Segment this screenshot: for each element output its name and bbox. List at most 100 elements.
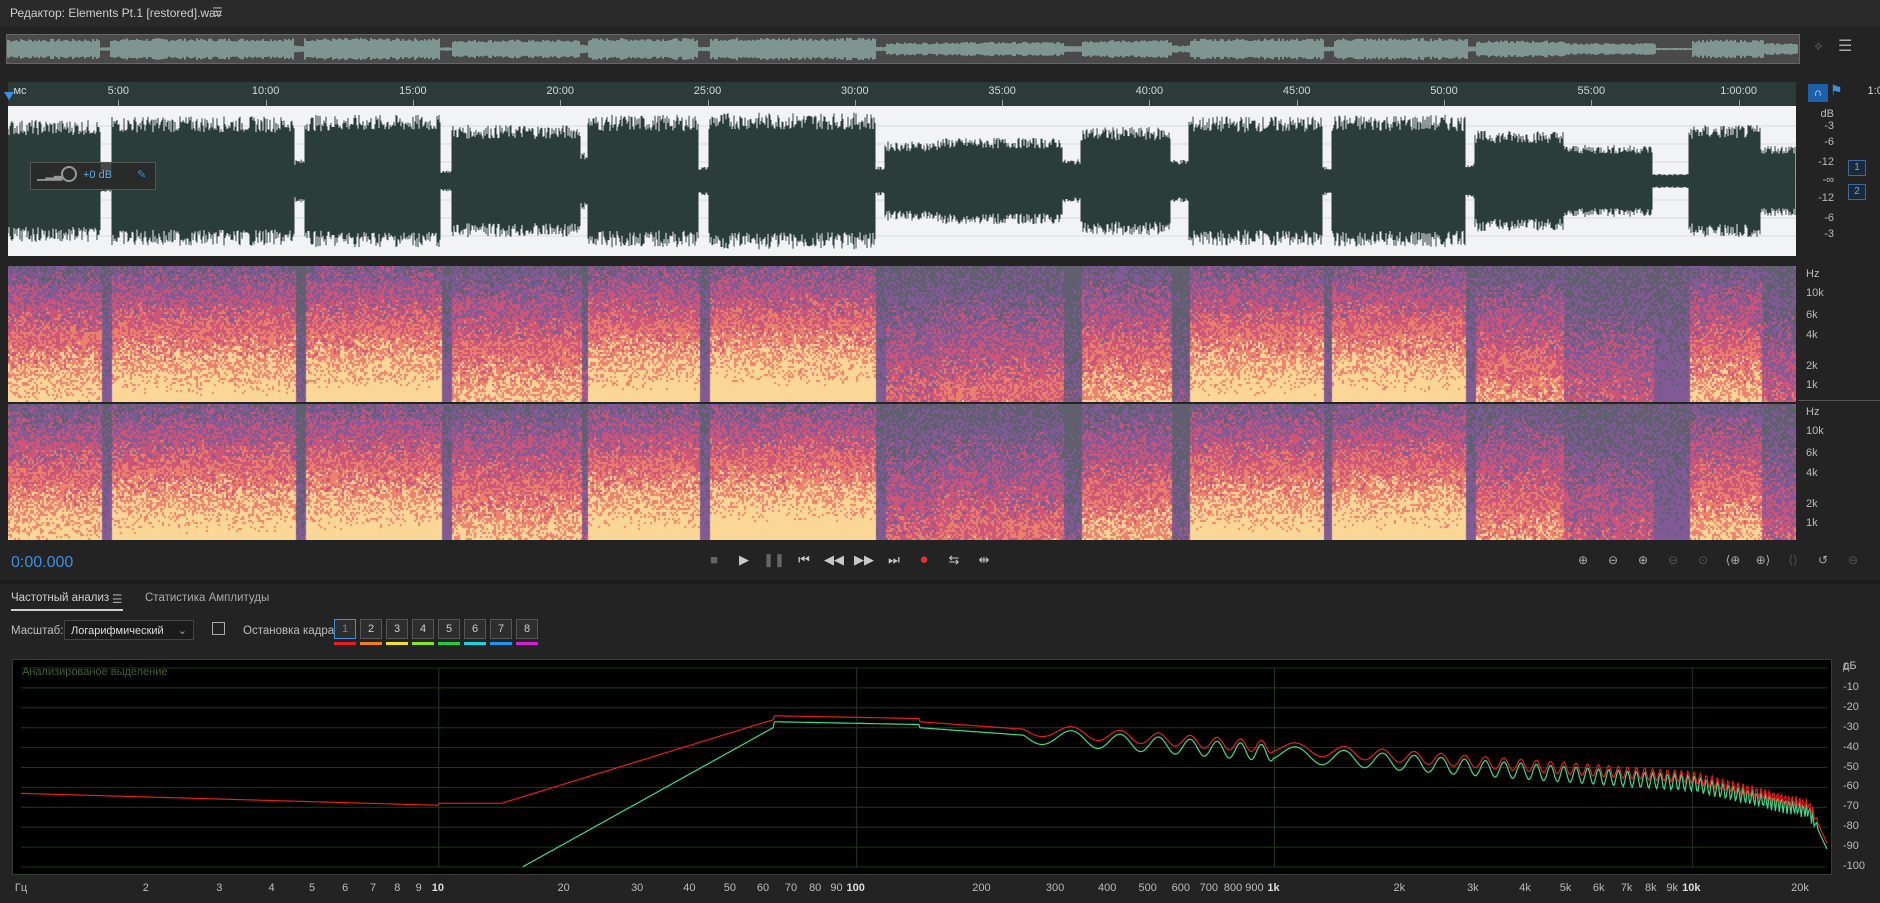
- freq-axis-label: 6: [342, 882, 349, 894]
- zoom-out-full-icon[interactable]: ⊖: [1840, 546, 1866, 574]
- freq-axis-label: 6k: [1592, 882, 1605, 894]
- play-icon[interactable]: ▶: [732, 546, 756, 574]
- zoom-in-right-icon[interactable]: ⊕⟩: [1750, 546, 1776, 574]
- freq-axis-label: 2: [142, 882, 149, 894]
- freq-db-label: -40: [1843, 740, 1859, 753]
- freq-axis-label: 9: [415, 882, 422, 894]
- channel-1-toggle[interactable]: 1: [1848, 160, 1866, 176]
- freq-axis-label: 10k: [1682, 882, 1701, 894]
- frequency-plot[interactable]: [12, 659, 1832, 875]
- zoom-out-amplitude-icon[interactable]: ⊖: [1600, 546, 1626, 574]
- freq-axis-label: 30: [631, 882, 644, 894]
- hz-label: 2k: [1806, 360, 1818, 372]
- editor-title: Редактор: Elements Pt.1 [restored].wav: [10, 6, 222, 20]
- transport-bar: ■ ▶ ❚❚ ⏮ ◀◀ ▶▶ ⏭ ● ⇆ ⇹ ⊕ ⊖ ⊕ ⊖ ⊙ ⟨⊕ ⊕⟩ ⟨…: [0, 546, 1880, 576]
- zoom-reset-icon[interactable]: ↺: [1810, 546, 1836, 574]
- freq-axis-label: 50: [723, 882, 737, 894]
- freq-axis-label: 9k: [1666, 882, 1679, 894]
- fast-forward-icon[interactable]: ▶▶: [852, 546, 876, 574]
- freq-axis-label: 700: [1199, 882, 1218, 894]
- ruler-tick-label: 1:00:00: [1720, 85, 1757, 97]
- frame-color-swatch: [334, 642, 356, 645]
- hamburger-icon[interactable]: ☰: [212, 5, 223, 19]
- freq-db-label: -30: [1843, 720, 1859, 733]
- freq-axis-label: 600: [1171, 882, 1190, 894]
- hz-label: 4k: [1806, 467, 1818, 479]
- zoom-out-time-icon[interactable]: ⊖: [1660, 546, 1686, 574]
- frame-color-swatch: [360, 642, 382, 645]
- spectrogram-graphic: [8, 266, 1796, 402]
- gain-knob-icon[interactable]: [61, 166, 77, 182]
- right-tools: ⟡ ☰ ∩ ⚑: [1800, 34, 1880, 102]
- frame-1-button[interactable]: 1: [334, 619, 356, 639]
- freq-axis-label: 60: [756, 882, 770, 894]
- frame-5-button[interactable]: 5: [438, 619, 460, 639]
- loop-icon[interactable]: ⇆: [942, 546, 966, 574]
- overview-waveform[interactable]: [6, 34, 1800, 64]
- freq-axis-label: 2k: [1393, 882, 1406, 894]
- ruler-tick-label: 30:00: [841, 85, 869, 97]
- pause-icon[interactable]: ❚❚: [762, 546, 786, 574]
- ruler-tick-label: 25:00: [693, 85, 722, 97]
- freq-db-label: 0: [1843, 661, 1850, 673]
- db-label: -3: [1824, 228, 1834, 240]
- frame-color-swatch: [464, 642, 486, 645]
- freq-axis-label: 40: [683, 882, 696, 894]
- pin-icon[interactable]: ✎: [137, 168, 146, 181]
- tab-menu-icon[interactable]: ☰: [112, 592, 122, 606]
- zoom-in-left-icon[interactable]: ⟨⊕: [1720, 546, 1746, 574]
- waveform-view[interactable]: [7, 106, 1796, 256]
- skip-back-icon[interactable]: ⏮: [792, 546, 816, 574]
- freq-db-label: -50: [1843, 760, 1859, 773]
- rewind-icon[interactable]: ◀◀: [822, 546, 846, 574]
- frame-8-button[interactable]: 8: [516, 619, 538, 639]
- freq-axis-label: 300: [1045, 882, 1065, 894]
- tab-amplitude-statistics[interactable]: Статистика Амплитуды: [145, 592, 269, 604]
- freq-axis-label: 3k: [1467, 882, 1479, 894]
- freq-axis-label: 4k: [1519, 882, 1531, 894]
- layout-icon[interactable]: ☰: [1838, 36, 1852, 56]
- marker-icon[interactable]: ⚑: [1830, 82, 1843, 99]
- freq-axis-label: 400: [1098, 882, 1117, 894]
- hold-frame-icon[interactable]: [212, 622, 225, 635]
- freq-axis-label: 5: [308, 882, 316, 894]
- freq-db-label: -60: [1843, 780, 1859, 793]
- frame-color-swatch: [386, 642, 408, 645]
- gain-control[interactable]: ▁▂▃ +0 dB ✎: [30, 162, 156, 190]
- frame-6-button[interactable]: 6: [464, 619, 486, 639]
- freq-axis-label: 4: [268, 882, 275, 894]
- zoom-in-time-icon[interactable]: ⊕: [1630, 546, 1656, 574]
- freq-axis-label: 10: [431, 882, 444, 894]
- scale-select[interactable]: Логарифмический ⌄: [64, 620, 194, 640]
- hz-label: 1k: [1806, 517, 1818, 529]
- spectral-view-channel-2[interactable]: [8, 404, 1796, 540]
- frame-color-swatch: [412, 642, 434, 645]
- zoom-full-icon[interactable]: ⟨⟩: [1780, 546, 1806, 574]
- frame-3-button[interactable]: 3: [386, 619, 408, 639]
- timeline-ruler[interactable]: мс 5:00 10:00 15:00 20:00 25:00 30:00 35:00 40:…: [8, 82, 1880, 107]
- record-icon[interactable]: ●: [912, 546, 936, 574]
- active-tab-indicator: [11, 609, 123, 611]
- db-label: -3: [1824, 120, 1834, 132]
- gain-value[interactable]: +0 dB: [83, 169, 112, 181]
- skip-forward-icon[interactable]: ⏭: [882, 546, 906, 574]
- spectral-view-channel-1[interactable]: [8, 266, 1796, 402]
- frame-4-button[interactable]: 4: [412, 619, 434, 639]
- channel-divider: [1798, 400, 1880, 401]
- freq-db-label: -10: [1843, 680, 1859, 693]
- hz-unit: Hz: [1806, 406, 1820, 418]
- freq-db-label: -100: [1843, 860, 1866, 872]
- playhead-icon[interactable]: [4, 92, 14, 100]
- zoom-fit-icon[interactable]: ⟡: [1814, 38, 1823, 54]
- zoom-in-amplitude-icon[interactable]: ⊕: [1570, 546, 1596, 574]
- frame-7-button[interactable]: 7: [490, 619, 512, 639]
- snap-icon[interactable]: ∩: [1808, 84, 1828, 102]
- freq-axis-label: 70: [784, 882, 798, 894]
- stop-icon[interactable]: ■: [702, 546, 726, 574]
- tab-frequency-analysis[interactable]: Частотный анализ: [11, 592, 109, 604]
- channel-2-toggle[interactable]: 2: [1848, 184, 1866, 200]
- skip-selection-icon[interactable]: ⇹: [972, 546, 996, 574]
- frame-2-button[interactable]: 2: [360, 619, 382, 639]
- zoom-selection-icon[interactable]: ⊙: [1690, 546, 1716, 574]
- freq-axis-label: 800: [1223, 882, 1243, 894]
